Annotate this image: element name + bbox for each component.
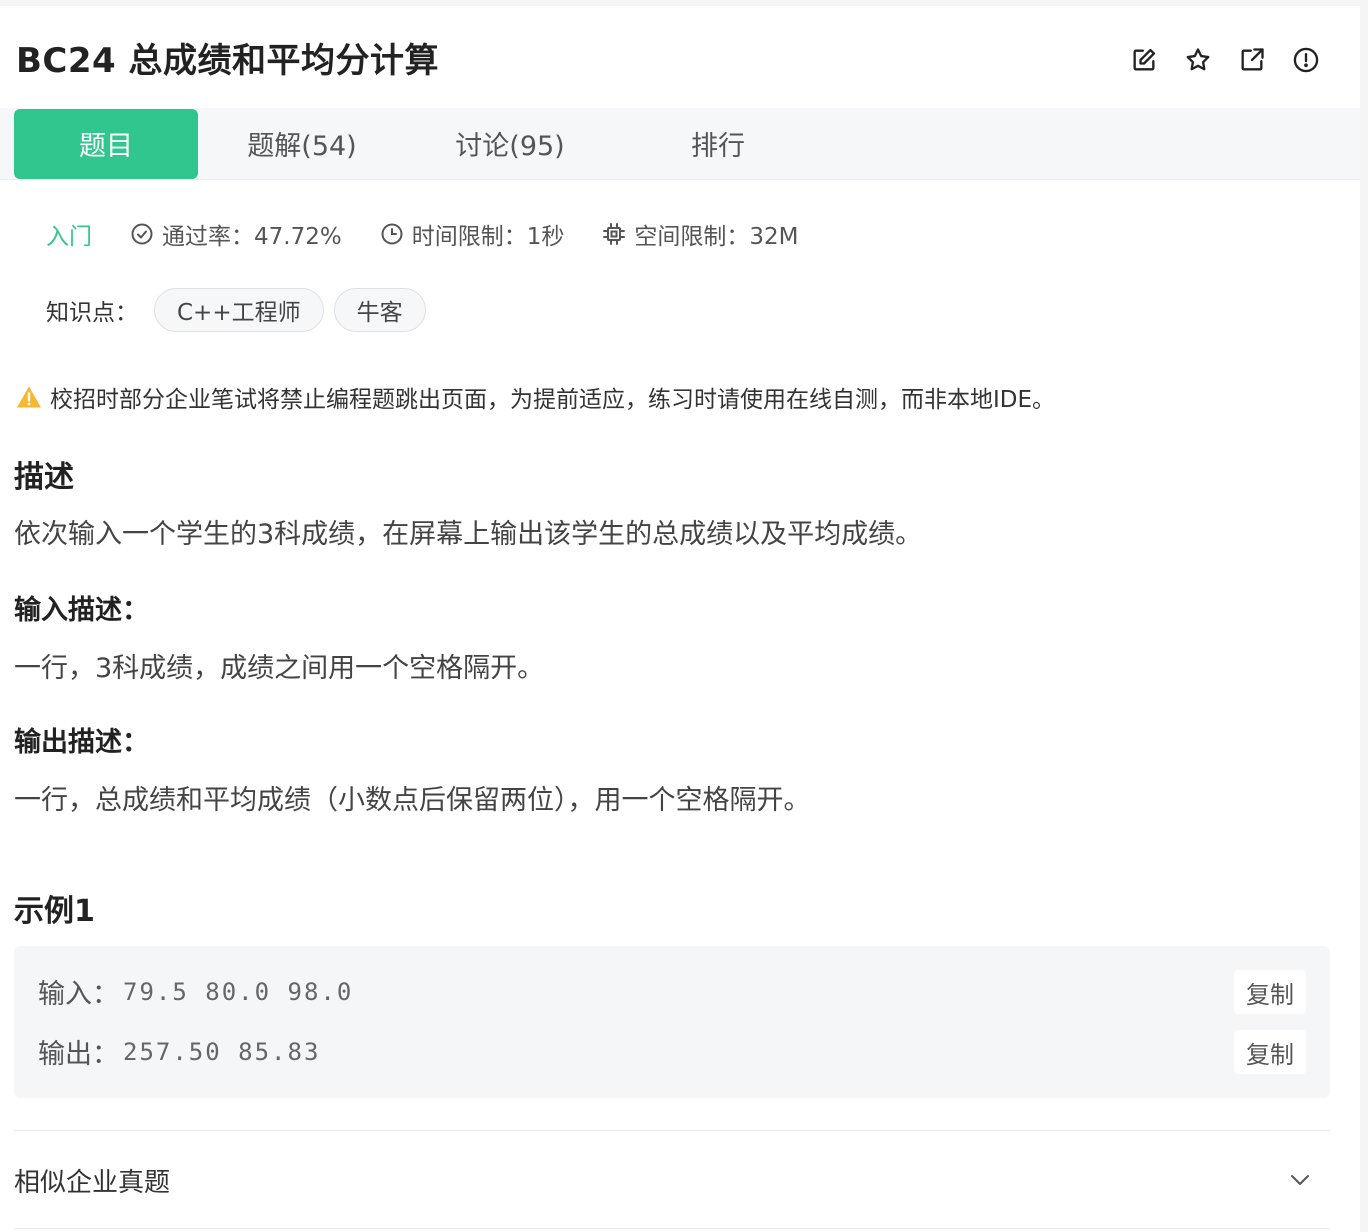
problem-meta: 入门 通过率：47.72% 时间限制：1秒 空间限制：32M	[46, 214, 798, 254]
tab-ranking[interactable]: 排行	[614, 109, 822, 179]
example-output-row: 输出： 257.50 85.83	[38, 1032, 320, 1071]
problem-header: BC24 总成绩和平均分计算	[0, 6, 1360, 108]
time-limit: 时间限制：1秒	[380, 217, 565, 251]
share-icon[interactable]	[1238, 46, 1266, 74]
report-icon[interactable]	[1292, 46, 1320, 74]
description-heading: 描述	[14, 460, 74, 495]
warning-text: 校招时部分企业笔试将禁止编程题跳出页面，为提前适应，练习时请使用在线自测，而非本…	[50, 387, 1056, 413]
scrollbar-track[interactable]	[1360, 0, 1368, 1232]
header-actions	[1130, 46, 1320, 74]
difficulty-level: 入门	[46, 224, 92, 250]
example-output-value: 257.50 85.83	[123, 1037, 321, 1066]
tab-discussion[interactable]: 讨论(95)	[406, 109, 614, 179]
tab-problem[interactable]: 题目	[14, 108, 198, 179]
tag-cpp-engineer[interactable]: C++工程师	[154, 288, 324, 332]
copy-input-button[interactable]: 复制	[1234, 970, 1306, 1014]
example-box: 输入： 79.5 80.0 98.0 复制 输出： 257.50 85.83 复…	[14, 946, 1330, 1098]
input-description-heading: 输入描述：	[14, 595, 149, 626]
input-description-text: 一行，3科成绩，成绩之间用一个空格隔开。	[14, 653, 545, 684]
copy-output-button[interactable]: 复制	[1234, 1030, 1306, 1074]
edit-icon[interactable]	[1130, 46, 1158, 74]
example-heading: 示例1	[14, 894, 95, 929]
output-description-text: 一行，总成绩和平均成绩（小数点后保留两位），用一个空格隔开。	[14, 785, 811, 816]
example-input-value: 79.5 80.0 98.0	[123, 977, 354, 1006]
memory-limit: 空间限制：32M	[602, 217, 798, 251]
similar-questions-toggle[interactable]: 相似企业真题	[14, 1132, 1330, 1228]
pass-rate: 通过率：47.72%	[130, 217, 342, 251]
chevron-down-icon	[1291, 1175, 1309, 1185]
example-input-label: 输入：	[38, 979, 119, 1010]
example-input-row: 输入： 79.5 80.0 98.0	[38, 972, 353, 1011]
output-description-heading: 输出描述：	[14, 727, 149, 758]
similar-questions-label: 相似企业真题	[14, 1167, 171, 1198]
chip-icon	[603, 223, 626, 245]
pass-rate-text: 通过率：47.72%	[162, 224, 342, 250]
check-circle-icon	[131, 223, 153, 245]
clock-icon	[381, 223, 403, 245]
warning-icon	[17, 386, 41, 408]
knowledge-tags: 知识点： C++工程师 牛客	[46, 288, 426, 332]
tab-solutions[interactable]: 题解(54)	[198, 109, 406, 179]
problem-tabs: 题目 题解(54) 讨论(95) 排行	[0, 108, 1360, 180]
warning-notice: 校招时部分企业笔试将禁止编程题跳出页面，为提前适应，练习时请使用在线自测，而非本…	[16, 380, 1055, 414]
tags-label: 知识点：	[46, 300, 138, 326]
time-limit-text: 时间限制：1秒	[411, 224, 565, 250]
page-title: BC24 总成绩和平均分计算	[16, 40, 440, 81]
memory-limit-text: 空间限制：32M	[634, 224, 799, 250]
description-text: 依次输入一个学生的3科成绩，在屏幕上输出该学生的总成绩以及平均成绩。	[14, 519, 923, 550]
tag-nowcoder[interactable]: 牛客	[333, 288, 426, 332]
star-icon[interactable]	[1184, 46, 1212, 74]
divider	[14, 1228, 1330, 1229]
example-output-label: 输出：	[38, 1039, 119, 1070]
divider	[14, 1130, 1330, 1131]
